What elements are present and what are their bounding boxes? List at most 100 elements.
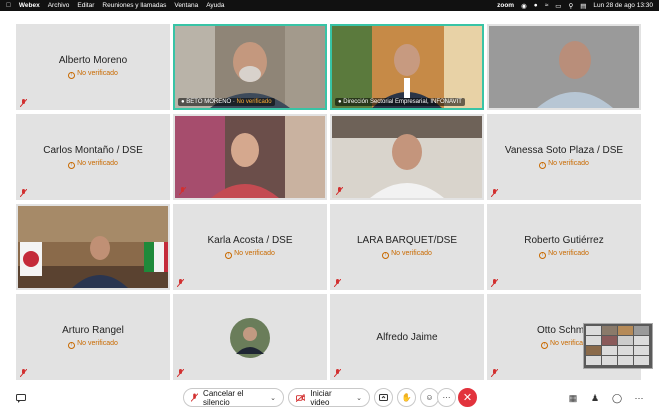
more-icon[interactable]: ⋯: [632, 391, 646, 405]
mic-muted-icon: [336, 187, 343, 195]
menu-app-name[interactable]: Webex: [19, 2, 40, 9]
unmute-label: Cancelar el silencio: [203, 388, 244, 407]
apps-icon[interactable]: ▦: [566, 391, 580, 405]
participant-tile[interactable]: Alfredo Jaime: [330, 294, 484, 380]
mic-muted-icon: [334, 279, 341, 287]
unmute-button[interactable]: Cancelar el silencio ⌄: [183, 388, 284, 407]
mic-muted-icon: [20, 369, 27, 377]
info-icon: !: [68, 72, 76, 79]
mic-muted-icon: [177, 279, 184, 287]
participant-tile[interactable]: Karla Acosta / DSE ! No verificado: [173, 204, 327, 290]
battery-icon[interactable]: ▭: [555, 2, 561, 10]
menu-ventana[interactable]: Ventana: [174, 2, 198, 9]
participant-video-tile[interactable]: [173, 114, 327, 200]
menu-archivo[interactable]: Archivo: [48, 2, 70, 9]
participant-video: [332, 116, 482, 198]
participant-video-tile[interactable]: ● BETO MORENO · No verificado: [173, 24, 327, 110]
info-icon: !: [541, 342, 548, 349]
info-icon: !: [539, 162, 547, 169]
start-video-button[interactable]: Iniciar video ⌄: [288, 388, 370, 407]
participant-tile[interactable]: Roberto Gutiérrez ! No verificado: [487, 204, 641, 290]
start-video-label: Iniciar video: [310, 388, 332, 407]
mic-muted-icon: [491, 189, 498, 197]
mic-muted-icon: [20, 189, 27, 197]
participant-video-tile[interactable]: [330, 114, 484, 200]
clock-datetime[interactable]: Lun 28 de ago 13:30: [593, 2, 653, 9]
chat-icon[interactable]: ◯: [610, 391, 624, 405]
not-verified-badge: ! No verificado: [487, 160, 641, 169]
mic-muted-icon: [334, 369, 341, 377]
webex-status-icon[interactable]: ◉: [521, 2, 527, 10]
not-verified-badge: ! No verificado: [16, 160, 170, 169]
search-icon[interactable]: ⚲: [568, 2, 573, 10]
participant-tile[interactable]: Alberto Moreno ! No verificado: [16, 24, 170, 110]
participant-tile[interactable]: LARA BARQUET/DSE ! No verificado: [330, 204, 484, 290]
close-icon: ✕: [462, 392, 473, 404]
leave-meeting-button[interactable]: ✕: [458, 388, 477, 407]
self-view-thumbnail[interactable]: [583, 323, 653, 369]
wifi-icon[interactable]: ≈: [545, 2, 549, 9]
info-icon: !: [68, 342, 76, 349]
not-verified-badge: ! No verificado: [16, 340, 170, 349]
mic-status-icon[interactable]: ●: [534, 2, 538, 9]
mic-muted-icon: [20, 99, 27, 107]
raise-hand-button[interactable]: ✋: [397, 388, 416, 407]
participant-video-tile[interactable]: [487, 24, 641, 110]
participants-icon[interactable]: ♟: [588, 391, 602, 405]
share-screen-icon: [379, 393, 388, 401]
captions-icon[interactable]: [14, 391, 28, 405]
participant-video-tile[interactable]: [16, 204, 170, 290]
participant-name: Roberto Gutiérrez: [524, 235, 604, 246]
participant-video: [332, 26, 482, 108]
participant-name: Arturo Rangel: [62, 325, 124, 336]
not-verified-badge: ! No verificado: [173, 250, 327, 259]
participant-tile[interactable]: Vanessa Soto Plaza / DSE ! No verificado: [487, 114, 641, 200]
participant-tile[interactable]: [173, 294, 327, 380]
participant-video-tile[interactable]: ● Dirección Sectorial Empresarial, INFON…: [330, 24, 484, 110]
mic-muted-icon: [177, 369, 184, 377]
hand-icon: ✋: [401, 393, 412, 402]
smiley-icon: ☺: [425, 393, 434, 402]
chevron-down-icon[interactable]: ⌄: [270, 394, 276, 402]
control-center-icon[interactable]: ▤: [580, 2, 586, 10]
info-icon: !: [225, 252, 233, 259]
participant-video: [18, 206, 168, 288]
participant-name: Alfredo Jaime: [376, 332, 438, 343]
apple-icon[interactable]: : [6, 2, 11, 9]
mic-muted-icon: [191, 393, 199, 402]
not-verified-badge: ! No verificado: [16, 70, 170, 79]
chevron-down-icon[interactable]: ⌄: [356, 394, 362, 402]
mic-muted-icon: [491, 369, 498, 377]
avatar: [230, 318, 270, 358]
share-button[interactable]: [374, 388, 393, 407]
participant-name: Vanessa Soto Plaza / DSE: [504, 145, 624, 156]
meeting-toolbar: Cancelar el silencio ⌄ Iniciar video ⌄ ✋…: [0, 383, 659, 412]
more-options-button[interactable]: ···: [437, 388, 456, 407]
participant-name: Alberto Moreno: [58, 55, 128, 66]
participant-grid: Alberto Moreno ! No verificado ● BETO MOR…: [0, 22, 659, 382]
participant-video: [489, 26, 639, 108]
menu-ayuda[interactable]: Ayuda: [206, 2, 224, 9]
mic-muted-icon: [491, 279, 498, 287]
participant-tile[interactable]: Arturo Rangel ! No verificado: [16, 294, 170, 380]
info-icon: !: [382, 252, 390, 259]
participant-tile[interactable]: Carlos Montaño / DSE ! No verificado: [16, 114, 170, 200]
participant-label: ● Dirección Sectorial Empresarial, INFON…: [335, 98, 465, 106]
video-off-icon: [296, 393, 306, 402]
participant-label: ● BETO MORENO · No verificado: [178, 98, 275, 106]
menu-bar:  Webex Archivo Editar Reuniones y llama…: [0, 0, 659, 11]
menu-reuniones[interactable]: Reuniones y llamadas: [102, 2, 166, 9]
more-dots-icon: ···: [442, 393, 451, 402]
zoom-status[interactable]: zoom: [497, 2, 514, 9]
not-verified-badge: ! No verificado: [330, 250, 484, 259]
participant-name: Karla Acosta / DSE: [207, 235, 293, 246]
self-view-video: [584, 324, 652, 368]
not-verified-badge: ! No verificado: [487, 250, 641, 259]
participant-video: [175, 116, 325, 198]
mic-muted-icon: [179, 187, 186, 195]
participant-name: Carlos Montaño / DSE: [43, 145, 143, 156]
participant-name: LARA BARQUET/DSE: [356, 235, 458, 246]
participant-video: [175, 26, 325, 108]
menu-editar[interactable]: Editar: [77, 2, 94, 9]
info-icon: !: [539, 252, 547, 259]
